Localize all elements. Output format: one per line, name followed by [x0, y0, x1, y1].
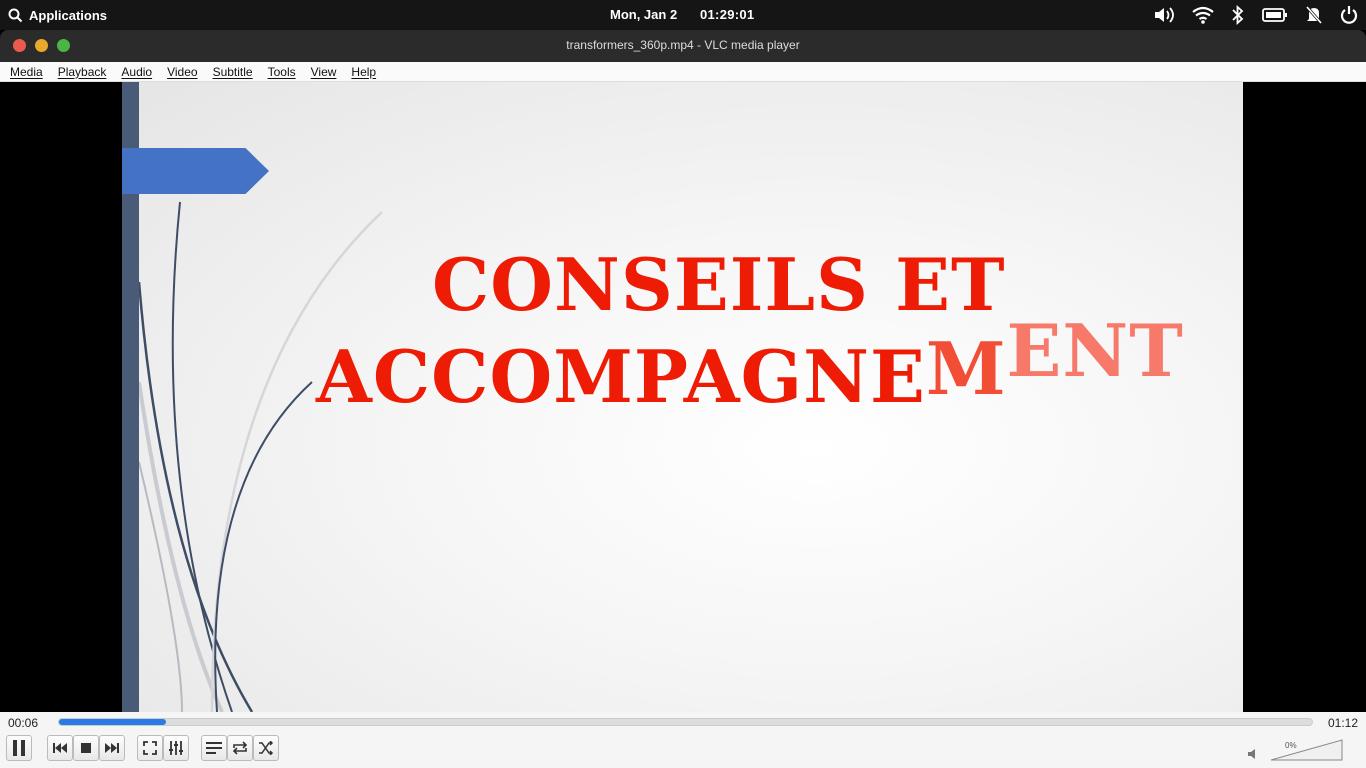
player-controls: 00:06 01:12 0% — [0, 712, 1366, 768]
menu-help[interactable]: Help — [351, 65, 376, 79]
window-title: transformers_360p.mp4 - VLC media player — [566, 38, 800, 52]
shuffle-icon — [259, 741, 274, 755]
search-icon — [8, 8, 23, 22]
skip-previous-icon — [53, 743, 67, 753]
pause-icon — [13, 740, 25, 756]
skip-next-icon — [105, 743, 119, 753]
menu-media[interactable]: Media — [10, 65, 43, 79]
clock-date[interactable]: Mon, Jan 2 — [610, 7, 677, 22]
power-icon[interactable] — [1340, 5, 1358, 25]
volume-slider[interactable] — [1270, 739, 1344, 761]
next-button[interactable] — [99, 735, 125, 761]
slide-title-line-2: ACCOMPAGNEMENT — [316, 308, 1184, 419]
menu-audio[interactable]: Audio — [121, 65, 152, 79]
slide-title-line-2-mid: M — [925, 326, 1007, 411]
pause-button[interactable] — [6, 735, 32, 761]
previous-button[interactable] — [47, 735, 73, 761]
stop-button[interactable] — [73, 735, 99, 761]
seek-progress — [59, 719, 166, 725]
system-top-bar: Applications Mon, Jan 2 01:29:01 — [0, 0, 1366, 30]
menu-playback[interactable]: Playback — [58, 65, 107, 79]
applications-label: Applications — [29, 7, 108, 23]
system-tray — [1153, 0, 1358, 30]
video-area[interactable]: CONSEILS ET ACCOMPAGNEMENT — [0, 82, 1366, 712]
bluetooth-icon[interactable] — [1231, 5, 1245, 25]
menu-view[interactable]: View — [311, 65, 337, 79]
repeat-icon — [232, 741, 248, 755]
notifications-off-icon[interactable] — [1305, 5, 1323, 25]
mute-icon[interactable] — [1248, 749, 1260, 759]
seek-bar[interactable] — [58, 718, 1313, 726]
playlist-button[interactable] — [201, 735, 227, 761]
slide-title-line-1: CONSEILS ET — [432, 242, 1006, 327]
menu-bar: Media Playback Audio Video Subtitle Tool… — [0, 62, 1366, 82]
battery-icon[interactable] — [1262, 7, 1288, 23]
menu-tools[interactable]: Tools — [268, 65, 296, 79]
clock-time[interactable]: 01:29:01 — [700, 7, 754, 22]
window-title-bar[interactable]: transformers_360p.mp4 - VLC media player — [0, 30, 1366, 62]
fullscreen-button[interactable] — [137, 735, 163, 761]
shuffle-button[interactable] — [253, 735, 279, 761]
loop-button[interactable] — [227, 735, 253, 761]
menu-subtitle[interactable]: Subtitle — [213, 65, 253, 79]
wifi-icon[interactable] — [1192, 6, 1214, 24]
fullscreen-icon — [143, 741, 157, 755]
video-frame: CONSEILS ET ACCOMPAGNEMENT — [122, 82, 1243, 712]
menu-video[interactable]: Video — [167, 65, 197, 79]
applications-menu[interactable]: Applications — [8, 0, 107, 30]
slide-banner-arrow — [122, 148, 269, 194]
stop-icon — [81, 743, 91, 753]
slide-title-line-2-main: ACCOMPAGNE — [316, 334, 926, 419]
equalizer-icon — [169, 741, 183, 755]
playlist-icon — [206, 742, 222, 754]
slide-title-line-2-fade: ENT — [1006, 308, 1184, 393]
volume-icon[interactable] — [1153, 6, 1175, 24]
current-time: 00:06 — [8, 716, 39, 730]
extended-settings-button[interactable] — [163, 735, 189, 761]
total-time[interactable]: 01:12 — [1328, 716, 1358, 730]
